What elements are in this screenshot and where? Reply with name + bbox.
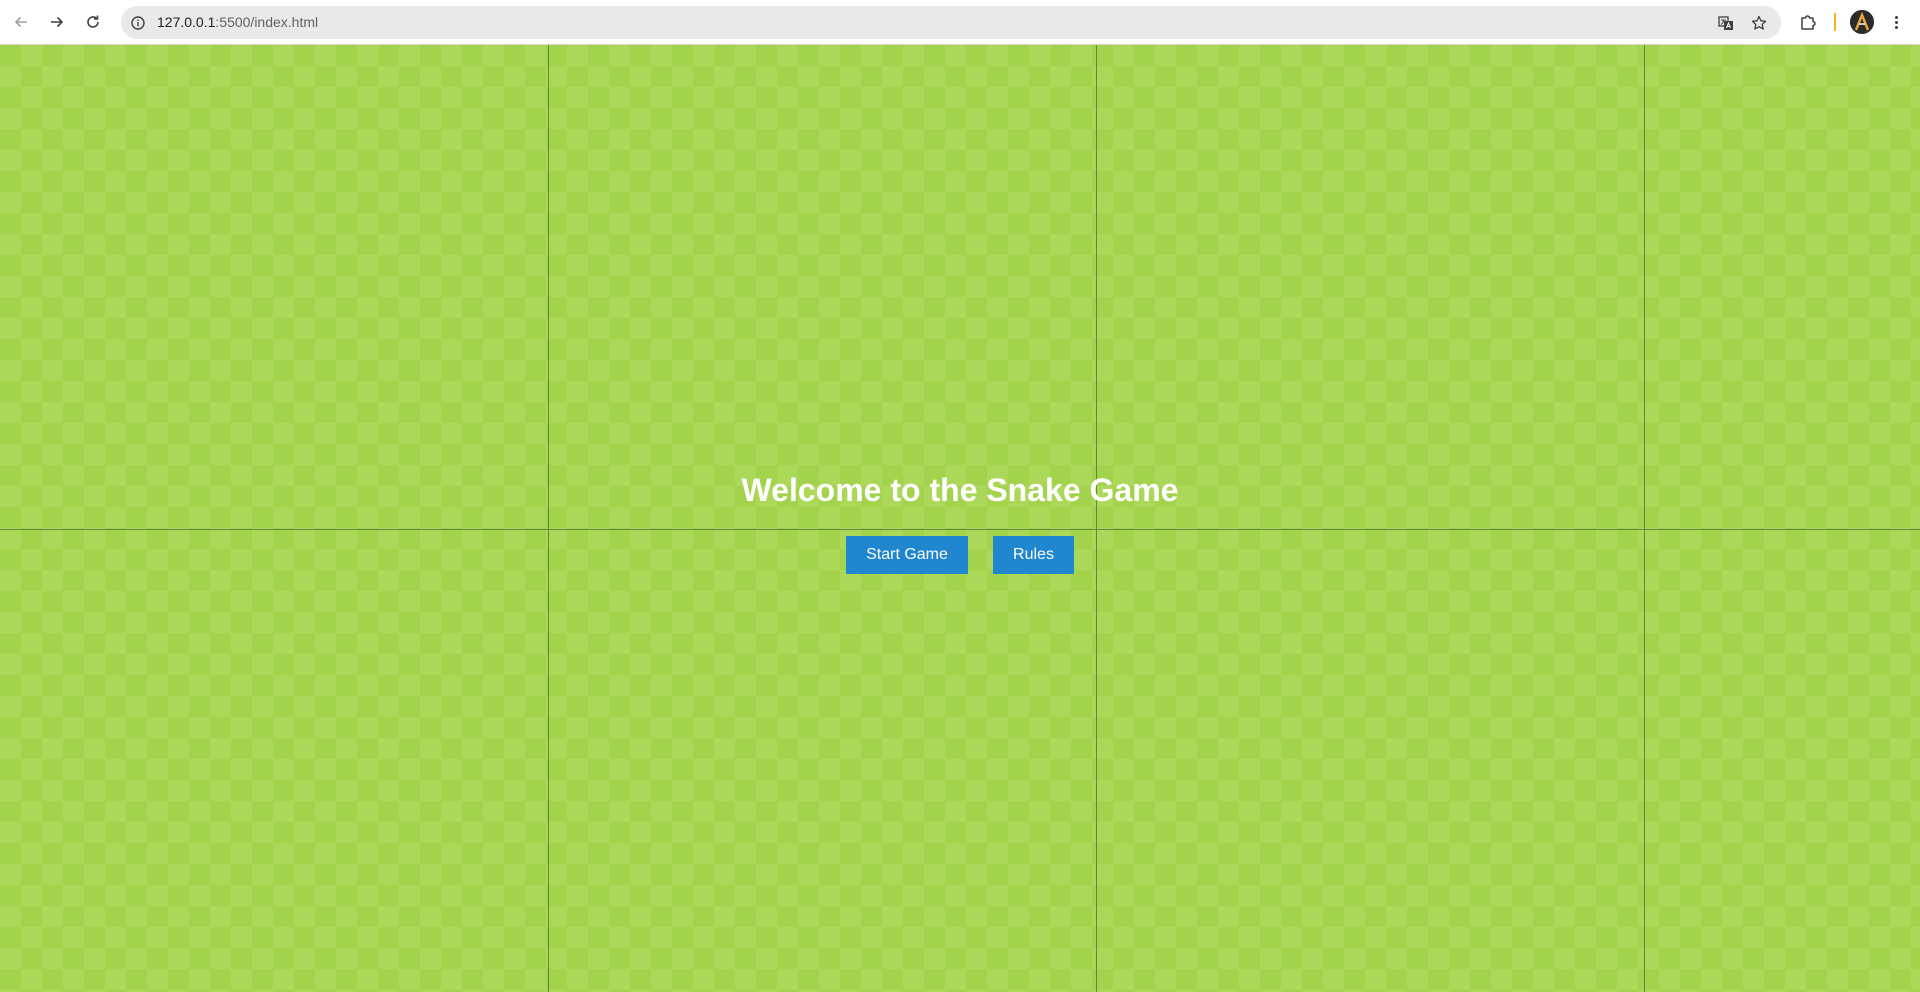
info-icon [130, 15, 145, 30]
address-bar[interactable]: 127.0.0.1:5500/index.html [121, 6, 1781, 39]
extensions-button[interactable] [1794, 9, 1820, 35]
star-icon [1751, 15, 1766, 30]
browser-toolbar: 127.0.0.1:5500/index.html [0, 0, 1920, 45]
game-board: Welcome to the Snake Game Start Game Rul… [0, 45, 1920, 992]
reload-icon [87, 15, 99, 28]
translate-button[interactable] [1715, 12, 1736, 33]
puzzle-icon [1800, 14, 1816, 30]
arrow-left-icon [14, 16, 27, 28]
rules-button[interactable]: Rules [993, 536, 1074, 574]
profile-icon [1850, 10, 1874, 34]
toolbar-divider [1834, 13, 1836, 31]
back-button[interactable] [8, 9, 34, 35]
url-text[interactable]: 127.0.0.1:5500/index.html [157, 14, 318, 31]
arrow-right-icon [51, 16, 64, 28]
browser-menu-button[interactable] [1883, 9, 1909, 35]
forward-button[interactable] [44, 9, 70, 35]
url-host: 127.0.0.1 [157, 14, 216, 30]
kebab-menu-icon [1894, 15, 1898, 29]
bookmark-button[interactable] [1748, 12, 1769, 33]
start-menu: Welcome to the Snake Game Start Game Rul… [0, 470, 1920, 574]
translate-icon [1717, 15, 1733, 30]
reload-button[interactable] [80, 9, 106, 35]
game-title: Welcome to the Snake Game [741, 472, 1179, 508]
profile-avatar[interactable] [1850, 10, 1874, 34]
menu-buttons: Start Game Rules [0, 536, 1920, 574]
site-info-button[interactable] [127, 12, 148, 33]
url-path: :5500/index.html [215, 14, 319, 30]
start-game-button[interactable]: Start Game [846, 536, 968, 574]
